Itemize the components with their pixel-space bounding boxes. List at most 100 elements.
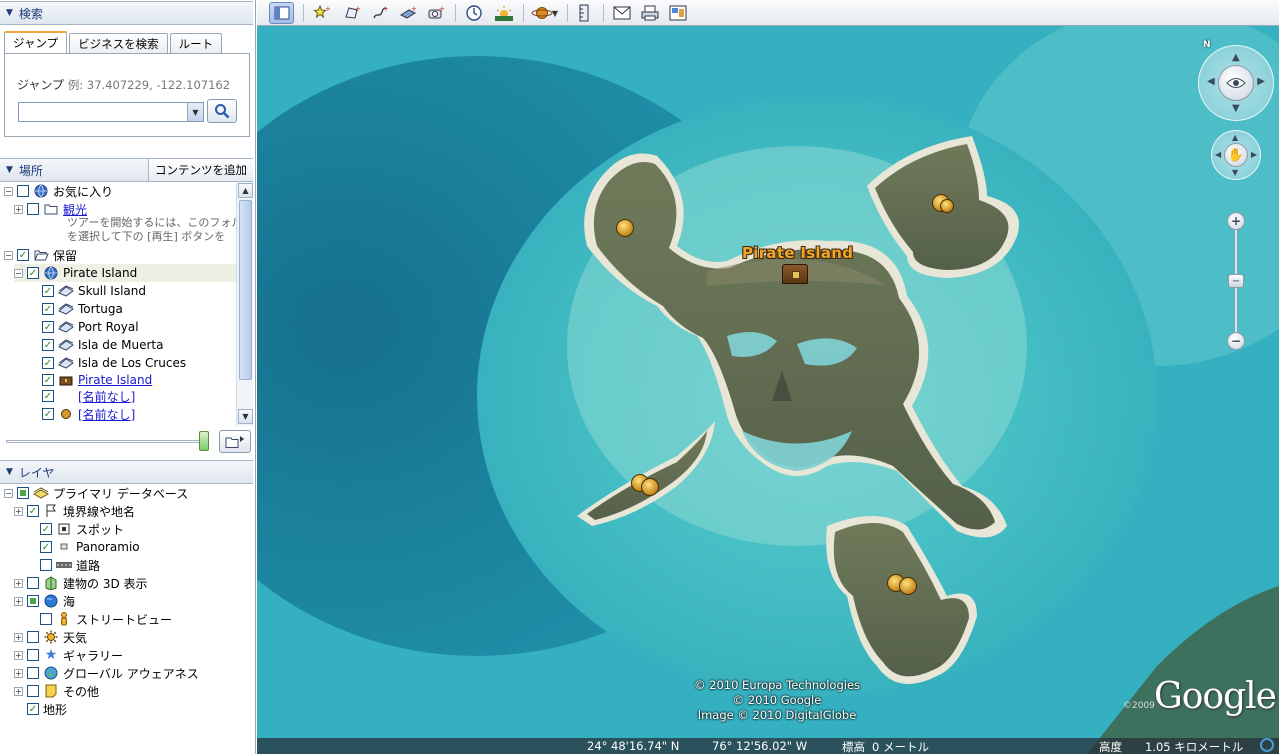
- checkbox[interactable]: [27, 595, 39, 607]
- layer-row-global-awareness[interactable]: + グローバル アウェアネス: [14, 664, 199, 682]
- layer-row-weather[interactable]: + 天気: [14, 628, 87, 646]
- opacity-slider-handle[interactable]: [199, 431, 209, 451]
- compass-north-label[interactable]: N: [1203, 40, 1211, 50]
- ruler-button[interactable]: [571, 2, 596, 24]
- expand-toggle[interactable]: +: [14, 578, 23, 588]
- map-view[interactable]: Pirate Island © 2010 Europa Technologies…: [257, 26, 1279, 754]
- layer-row-primary-database[interactable]: − プライマリ データベース: [4, 484, 188, 502]
- expand-toggle[interactable]: +: [14, 668, 23, 678]
- add-content-button[interactable]: コンテンツを追加: [148, 158, 253, 182]
- checkbox[interactable]: ✓: [27, 267, 39, 279]
- checkbox[interactable]: [27, 577, 39, 589]
- collapse-toggle[interactable]: −: [4, 250, 13, 260]
- layer-row-terrain[interactable]: ✓ 地形: [14, 700, 67, 718]
- tree-row-isla-de-muerta[interactable]: ✓ Isla de Muerta: [42, 336, 163, 354]
- layer-row-roads[interactable]: 道路: [27, 556, 100, 574]
- move-right-arrow-icon[interactable]: ▶: [1251, 150, 1257, 159]
- tree-row-pirate-island[interactable]: − ✓ Pirate Island: [14, 264, 236, 282]
- tree-row-unnamed-1[interactable]: ✓ [名前なし]: [42, 387, 135, 405]
- checkbox[interactable]: ✓: [27, 703, 39, 715]
- expand-toggle[interactable]: +: [14, 686, 23, 696]
- layer-row-other[interactable]: + その他: [14, 682, 99, 700]
- hand-icon[interactable]: ✋: [1224, 143, 1248, 167]
- checkbox[interactable]: ✓: [42, 339, 54, 351]
- layer-row-3d-buildings[interactable]: + 建物の 3D 表示: [14, 574, 148, 592]
- layer-row-panoramio[interactable]: ✓ Panoramio: [27, 538, 140, 556]
- tree-row-isla-de-los-cruces[interactable]: ✓ Isla de Los Cruces: [42, 354, 186, 372]
- record-tour-button[interactable]: +: [423, 2, 448, 24]
- tree-row-favorites[interactable]: − お気に入り: [4, 182, 113, 200]
- tab-jump[interactable]: ジャンプ: [4, 31, 68, 53]
- checkbox[interactable]: [27, 649, 39, 661]
- eye-icon[interactable]: [1218, 65, 1254, 101]
- checkbox[interactable]: [27, 631, 39, 643]
- search-panel-header[interactable]: ▼ 検索: [0, 1, 253, 25]
- tree-row-skull-island[interactable]: ✓ Skull Island: [42, 282, 146, 300]
- expand-toggle[interactable]: +: [14, 632, 23, 642]
- zoom-slider-handle[interactable]: −: [1228, 274, 1244, 288]
- checkbox[interactable]: ✓: [42, 390, 54, 402]
- collapse-toggle[interactable]: −: [4, 186, 13, 196]
- look-right-arrow-icon[interactable]: ▶: [1257, 76, 1265, 87]
- look-down-arrow-icon[interactable]: ▼: [1232, 103, 1240, 114]
- layer-row-street-view[interactable]: ストリートビュー: [27, 610, 172, 628]
- add-polygon-button[interactable]: +: [339, 2, 364, 24]
- move-control[interactable]: ▲ ▼ ◀ ▶ ✋: [1211, 130, 1261, 180]
- gold-coin-icon[interactable]: [641, 478, 659, 496]
- scroll-down-arrow-icon[interactable]: ▼: [238, 409, 253, 424]
- sunlight-button[interactable]: [491, 2, 516, 24]
- expand-toggle[interactable]: +: [14, 650, 23, 660]
- tree-link[interactable]: [名前なし]: [78, 406, 135, 423]
- expand-toggle[interactable]: +: [14, 596, 23, 606]
- view-in-maps-button[interactable]: [665, 2, 690, 24]
- tree-link[interactable]: [名前なし]: [78, 388, 135, 405]
- add-image-overlay-button[interactable]: +: [395, 2, 420, 24]
- tree-row-port-royal[interactable]: ✓ Port Royal: [42, 318, 139, 336]
- checkbox[interactable]: ✓: [42, 303, 54, 315]
- gold-coin-icon[interactable]: [616, 219, 634, 237]
- add-placemark-button[interactable]: +: [309, 2, 334, 24]
- checkbox[interactable]: ✓: [42, 321, 54, 333]
- toggle-sidebar-button[interactable]: [269, 2, 294, 24]
- tab-business-search[interactable]: ビジネスを検索: [69, 33, 168, 53]
- collapse-toggle[interactable]: −: [4, 488, 13, 498]
- layer-row-spots[interactable]: ✓ スポット: [27, 520, 124, 538]
- look-up-arrow-icon[interactable]: ▲: [1232, 52, 1240, 63]
- email-button[interactable]: [609, 2, 634, 24]
- jump-dropdown-arrow-icon[interactable]: ▼: [187, 103, 203, 121]
- checkbox[interactable]: [17, 185, 29, 197]
- layer-row-borders[interactable]: + ✓ 境界線や地名: [14, 502, 135, 520]
- zoom-out-button[interactable]: −: [1227, 332, 1245, 350]
- places-scrollbar[interactable]: ▲ ▼: [236, 182, 253, 426]
- pirate-island-label[interactable]: Pirate Island: [742, 244, 853, 262]
- layer-row-gallery[interactable]: + ★ ギャラリー: [14, 646, 123, 664]
- checkbox[interactable]: ✓: [27, 505, 39, 517]
- layer-row-ocean[interactable]: + 海: [14, 592, 75, 610]
- checkbox[interactable]: ✓: [42, 374, 54, 386]
- search-button[interactable]: [207, 99, 237, 123]
- treasure-chest-icon[interactable]: [782, 264, 808, 284]
- planet-dropdown-arrow-icon[interactable]: ▼: [549, 2, 561, 24]
- move-up-arrow-icon[interactable]: ▲: [1232, 133, 1238, 142]
- gold-coin-icon[interactable]: [899, 577, 917, 595]
- move-left-arrow-icon[interactable]: ◀: [1215, 150, 1221, 159]
- tree-row-unnamed-2[interactable]: ✓ [名前なし]: [42, 405, 135, 423]
- gold-coin-icon[interactable]: [940, 199, 954, 213]
- opacity-slider-track[interactable]: [6, 440, 206, 443]
- layers-panel-header[interactable]: ▼ レイヤ: [0, 460, 253, 484]
- add-path-button[interactable]: +: [367, 2, 392, 24]
- checkbox[interactable]: ✓: [40, 523, 52, 535]
- look-left-arrow-icon[interactable]: ◀: [1207, 76, 1215, 87]
- expand-toggle[interactable]: +: [14, 204, 23, 214]
- checkbox[interactable]: [27, 667, 39, 679]
- checkbox[interactable]: ✓: [40, 541, 52, 553]
- checkbox[interactable]: [17, 487, 29, 499]
- jump-input[interactable]: [18, 102, 204, 122]
- tree-row-temporary[interactable]: − ✓ 保留: [4, 246, 77, 264]
- move-down-arrow-icon[interactable]: ▼: [1232, 168, 1238, 177]
- tree-row-tortuga[interactable]: ✓ Tortuga: [42, 300, 123, 318]
- play-tour-button[interactable]: [219, 430, 251, 453]
- historical-imagery-button[interactable]: [461, 2, 486, 24]
- collapse-toggle[interactable]: −: [14, 268, 23, 278]
- scroll-thumb[interactable]: [239, 200, 252, 380]
